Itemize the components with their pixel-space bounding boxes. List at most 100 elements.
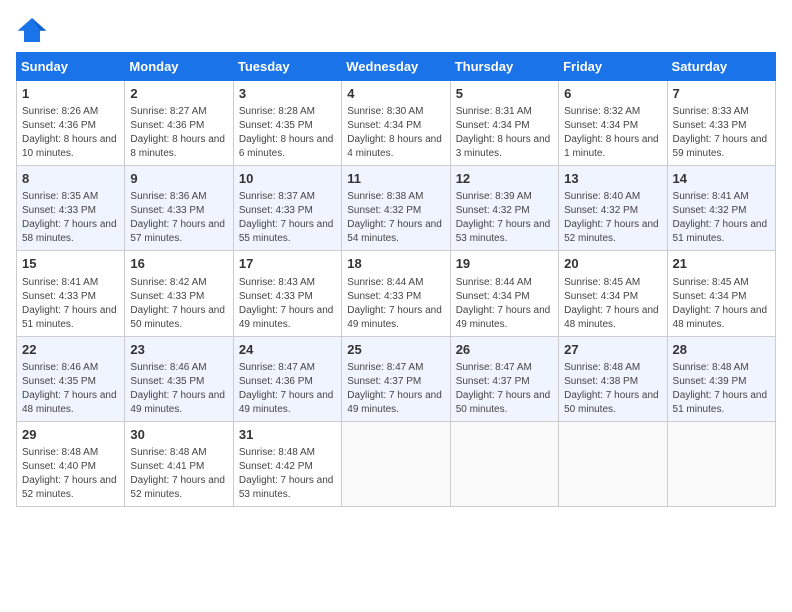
- day-number: 12: [456, 170, 553, 188]
- header-day-friday: Friday: [559, 53, 667, 81]
- day-info-line: Sunset: 4:39 PM: [673, 375, 770, 389]
- calendar-day-14: 14Sunrise: 8:41 AMSunset: 4:32 PMDayligh…: [667, 166, 775, 251]
- calendar-week-row: 1Sunrise: 8:26 AMSunset: 4:36 PMDaylight…: [17, 81, 776, 166]
- day-info-line: Sunset: 4:33 PM: [130, 204, 227, 218]
- calendar-day-12: 12Sunrise: 8:39 AMSunset: 4:32 PMDayligh…: [450, 166, 558, 251]
- day-number: 14: [673, 170, 770, 188]
- day-info-line: Sunrise: 8:44 AM: [456, 276, 553, 290]
- header-day-sunday: Sunday: [17, 53, 125, 81]
- day-number: 7: [673, 85, 770, 103]
- day-info-line: Daylight: 7 hours and 48 minutes.: [22, 389, 119, 417]
- calendar-week-row: 29Sunrise: 8:48 AMSunset: 4:40 PMDayligh…: [17, 421, 776, 506]
- day-info-line: Sunrise: 8:31 AM: [456, 105, 553, 119]
- calendar-day-5: 5 Sunrise: 8:31 AMSunset: 4:34 PMDaylight…: [450, 81, 558, 166]
- day-info-line: Daylight: 8 hours and 3 minutes.: [456, 133, 553, 161]
- day-info-line: Sunset: 4:33 PM: [22, 290, 119, 304]
- day-number: 26: [456, 341, 553, 359]
- day-number: 11: [347, 170, 444, 188]
- day-number: 17: [239, 255, 336, 273]
- empty-cell: [667, 421, 775, 506]
- day-info-line: Sunrise: 8:36 AM: [130, 190, 227, 204]
- day-info-line: Sunset: 4:34 PM: [673, 290, 770, 304]
- logo: [16, 16, 52, 44]
- calendar-day-1: 1Sunrise: 8:26 AMSunset: 4:36 PMDaylight…: [17, 81, 125, 166]
- day-number: 31: [239, 426, 336, 444]
- day-info-line: Daylight: 7 hours and 49 minutes.: [239, 304, 336, 332]
- day-info-line: Sunset: 4:34 PM: [456, 290, 553, 304]
- day-info-line: Daylight: 7 hours and 58 minutes.: [22, 218, 119, 246]
- day-number: 6: [564, 85, 661, 103]
- day-info-line: Sunset: 4:32 PM: [347, 204, 444, 218]
- day-info-line: Sunrise: 8:47 AM: [456, 361, 553, 375]
- day-info-line: Sunrise: 8:35 AM: [22, 190, 119, 204]
- calendar-day-7: 7Sunrise: 8:33 AMSunset: 4:33 PMDaylight…: [667, 81, 775, 166]
- day-info-line: Daylight: 7 hours and 48 minutes.: [673, 304, 770, 332]
- day-info-line: Sunrise: 8:48 AM: [564, 361, 661, 375]
- day-info-line: Daylight: 7 hours and 51 minutes.: [22, 304, 119, 332]
- day-number: 23: [130, 341, 227, 359]
- page-header: [16, 16, 776, 44]
- day-number: 3: [239, 85, 336, 103]
- calendar-day-18: 18Sunrise: 8:44 AMSunset: 4:33 PMDayligh…: [342, 251, 450, 336]
- day-number: 15: [22, 255, 119, 273]
- day-info-line: Daylight: 7 hours and 50 minutes.: [564, 389, 661, 417]
- day-number: 4: [347, 85, 444, 103]
- day-info-line: Sunrise: 8:38 AM: [347, 190, 444, 204]
- calendar-day-25: 25Sunrise: 8:47 AMSunset: 4:37 PMDayligh…: [342, 336, 450, 421]
- calendar-day-24: 24Sunrise: 8:47 AMSunset: 4:36 PMDayligh…: [233, 336, 341, 421]
- calendar-day-8: 8Sunrise: 8:35 AMSunset: 4:33 PMDaylight…: [17, 166, 125, 251]
- day-info-line: Sunrise: 8:44 AM: [347, 276, 444, 290]
- day-info-line: Sunset: 4:35 PM: [130, 375, 227, 389]
- day-info-line: Sunrise: 8:47 AM: [239, 361, 336, 375]
- day-info-line: Daylight: 7 hours and 52 minutes.: [130, 474, 227, 502]
- calendar-body: 1Sunrise: 8:26 AMSunset: 4:36 PMDaylight…: [17, 81, 776, 507]
- header-row: SundayMondayTuesdayWednesdayThursdayFrid…: [17, 53, 776, 81]
- day-info-line: Daylight: 7 hours and 49 minutes.: [347, 389, 444, 417]
- day-info-line: Sunset: 4:34 PM: [456, 119, 553, 133]
- day-info-line: Daylight: 8 hours and 6 minutes.: [239, 133, 336, 161]
- calendar-day-27: 27Sunrise: 8:48 AMSunset: 4:38 PMDayligh…: [559, 336, 667, 421]
- day-info-line: Daylight: 7 hours and 55 minutes.: [239, 218, 336, 246]
- header-day-thursday: Thursday: [450, 53, 558, 81]
- calendar-day-11: 11Sunrise: 8:38 AMSunset: 4:32 PMDayligh…: [342, 166, 450, 251]
- day-info-line: Daylight: 7 hours and 50 minutes.: [130, 304, 227, 332]
- day-number: 1: [22, 85, 119, 103]
- day-number: 19: [456, 255, 553, 273]
- day-info-line: Sunrise: 8:45 AM: [673, 276, 770, 290]
- day-number: 28: [673, 341, 770, 359]
- day-info-line: Sunset: 4:32 PM: [456, 204, 553, 218]
- day-info-line: Sunrise: 8:39 AM: [456, 190, 553, 204]
- day-info-line: Daylight: 7 hours and 59 minutes.: [673, 133, 770, 161]
- day-info-line: Daylight: 7 hours and 52 minutes.: [564, 218, 661, 246]
- calendar-day-23: 23Sunrise: 8:46 AMSunset: 4:35 PMDayligh…: [125, 336, 233, 421]
- day-info-line: Daylight: 8 hours and 1 minute.: [564, 133, 661, 161]
- calendar-table: SundayMondayTuesdayWednesdayThursdayFrid…: [16, 52, 776, 507]
- day-info-line: Sunset: 4:35 PM: [239, 119, 336, 133]
- header-day-saturday: Saturday: [667, 53, 775, 81]
- day-info-line: Daylight: 7 hours and 49 minutes.: [130, 389, 227, 417]
- day-info-line: Sunset: 4:33 PM: [239, 204, 336, 218]
- empty-cell: [450, 421, 558, 506]
- calendar-day-19: 19Sunrise: 8:44 AMSunset: 4:34 PMDayligh…: [450, 251, 558, 336]
- day-info-line: Sunrise: 8:47 AM: [347, 361, 444, 375]
- day-info-line: Sunrise: 8:48 AM: [673, 361, 770, 375]
- calendar-day-9: 9Sunrise: 8:36 AMSunset: 4:33 PMDaylight…: [125, 166, 233, 251]
- day-info-line: Daylight: 8 hours and 8 minutes.: [130, 133, 227, 161]
- calendar-day-10: 10Sunrise: 8:37 AMSunset: 4:33 PMDayligh…: [233, 166, 341, 251]
- day-info-line: Sunset: 4:32 PM: [564, 204, 661, 218]
- day-info-line: Sunrise: 8:32 AM: [564, 105, 661, 119]
- day-info-line: Daylight: 7 hours and 51 minutes.: [673, 218, 770, 246]
- day-number: 25: [347, 341, 444, 359]
- day-info-line: Sunrise: 8:27 AM: [130, 105, 227, 119]
- day-info-line: Sunrise: 8:42 AM: [130, 276, 227, 290]
- calendar-header: SundayMondayTuesdayWednesdayThursdayFrid…: [17, 53, 776, 81]
- header-day-monday: Monday: [125, 53, 233, 81]
- day-number: 16: [130, 255, 227, 273]
- calendar-day-16: 16Sunrise: 8:42 AMSunset: 4:33 PMDayligh…: [125, 251, 233, 336]
- day-info-line: Sunset: 4:34 PM: [347, 119, 444, 133]
- day-number: 5: [456, 85, 553, 103]
- day-number: 20: [564, 255, 661, 273]
- day-info-line: Sunset: 4:36 PM: [239, 375, 336, 389]
- day-info-line: Sunset: 4:32 PM: [673, 204, 770, 218]
- day-info-line: Sunset: 4:33 PM: [239, 290, 336, 304]
